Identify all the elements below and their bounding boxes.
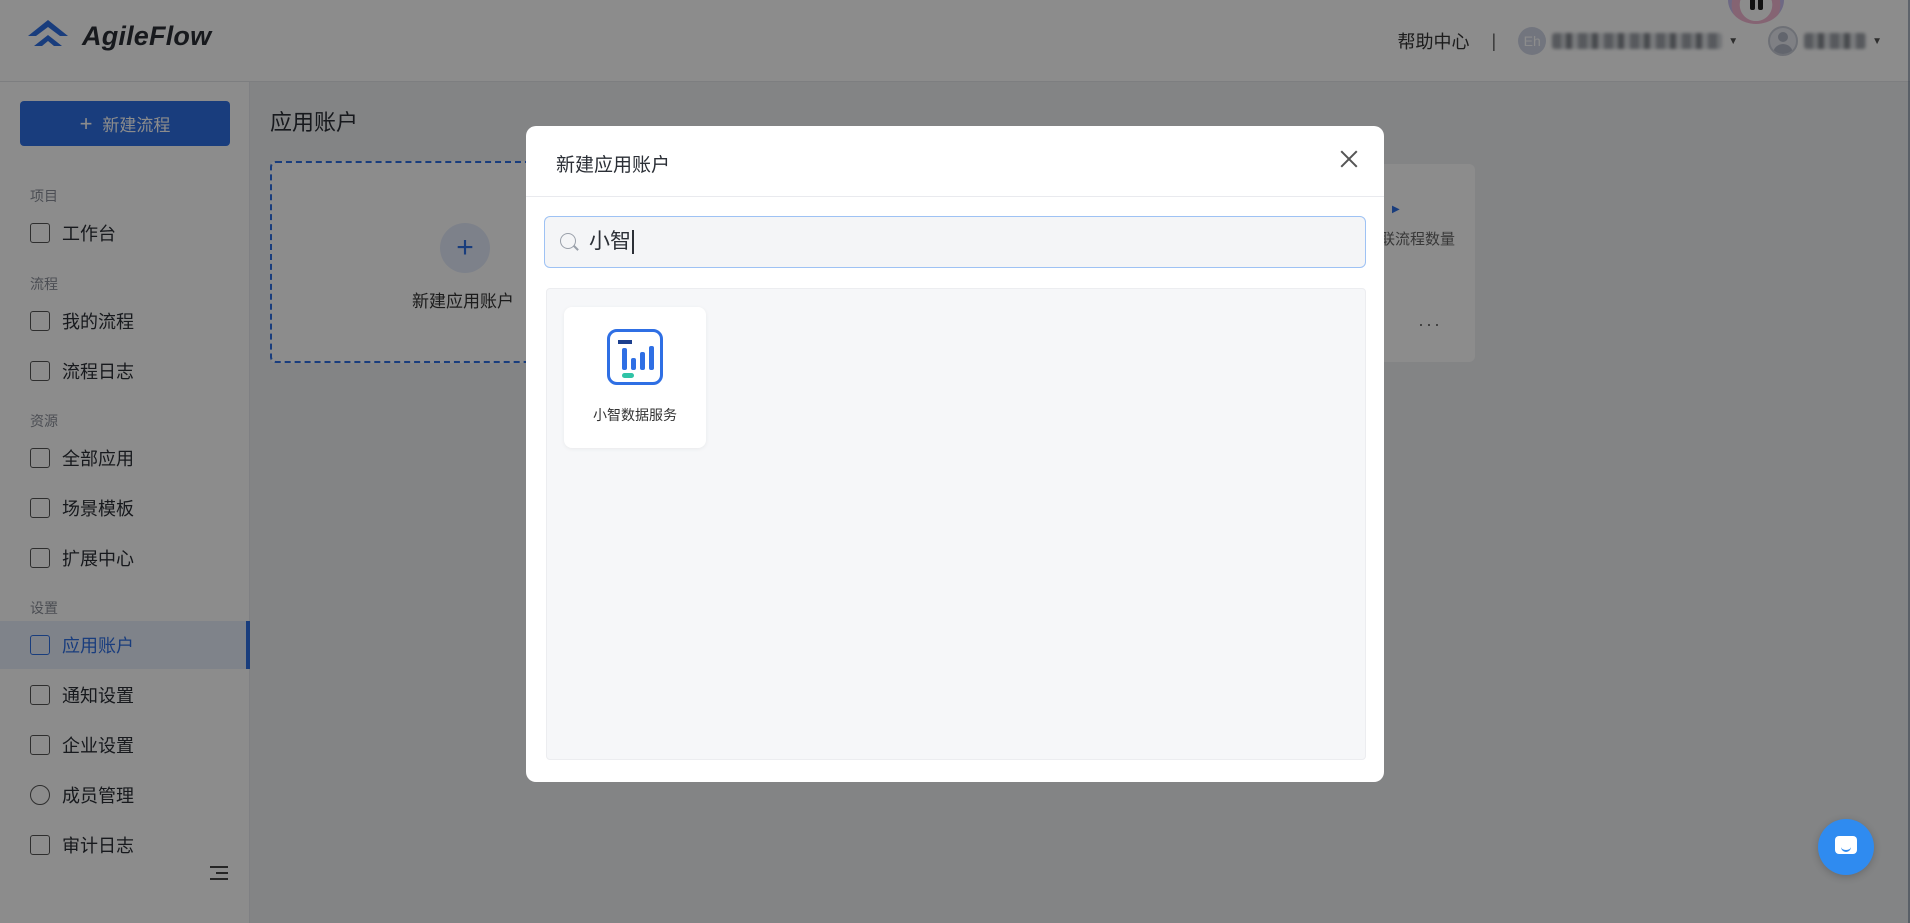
close-icon[interactable] bbox=[1336, 146, 1362, 172]
xiaozhi-data-service-logo-icon bbox=[607, 329, 663, 385]
search-icon bbox=[559, 232, 579, 252]
dialog-title: 新建应用账户 bbox=[556, 155, 671, 176]
search-input-value[interactable]: 小智 bbox=[589, 230, 634, 254]
dialog-divider bbox=[526, 196, 1384, 197]
search-results: 小智数据服务 bbox=[546, 288, 1366, 760]
app-search-input[interactable]: 小智 bbox=[544, 216, 1366, 268]
app-name: 小智数据服务 bbox=[593, 407, 677, 423]
app-tile-xiaozhi-data-service[interactable]: 小智数据服务 bbox=[564, 307, 706, 448]
new-app-account-dialog: 新建应用账户 小智 小智数据服务 bbox=[526, 126, 1384, 782]
chat-support-icon[interactable] bbox=[1818, 819, 1874, 875]
